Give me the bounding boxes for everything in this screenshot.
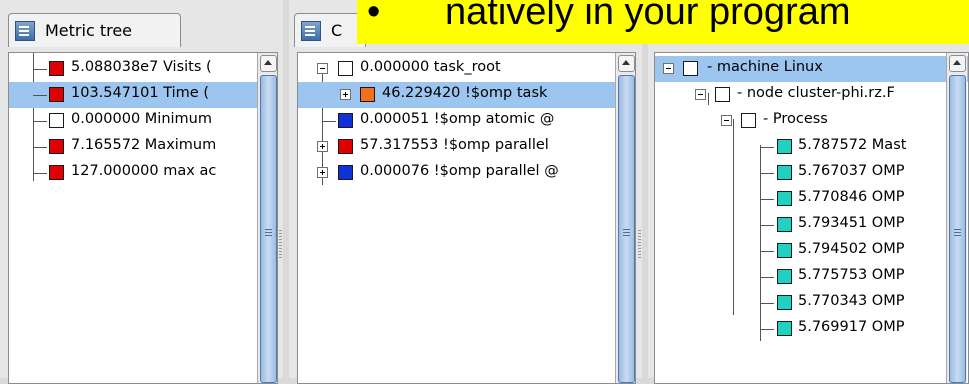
system-row-thread[interactable]: 5.769917 OMP [655,316,968,342]
color-swatch-icon [683,61,698,76]
metric-row-time[interactable]: 103.547101 Time ( [9,82,277,108]
color-swatch-icon [777,165,792,180]
collapse-icon[interactable] [663,63,674,74]
scroll-thumb[interactable] [618,75,635,383]
color-swatch-icon [49,61,64,76]
call-row-label: 57.317553 !$omp parallel [360,137,549,153]
color-swatch-icon [777,295,792,310]
tab-call-tree-label: C [331,21,343,40]
color-swatch-icon [715,87,730,102]
system-row-label: 5.793451 OMP [798,215,905,231]
collapse-icon[interactable] [317,63,328,74]
slide-banner: • natively in your program [357,0,969,44]
system-scrollbar[interactable] [946,53,967,383]
metric-tree[interactable]: 5.088038e7 Visits ( 103.547101 Time ( 0.… [8,52,278,384]
banner-text: natively in your program [445,0,851,33]
color-swatch-icon [777,139,792,154]
tab-metric-tree-label: Metric tree [45,21,133,40]
metric-row-label: 0.000000 Minimum [71,111,212,127]
collapse-icon[interactable] [721,115,732,126]
metric-row-minimum[interactable]: 0.000000 Minimum [9,108,277,134]
color-swatch-icon [777,217,792,232]
metric-row-label: 5.088038e7 Visits ( [71,59,212,75]
metric-row-maximum[interactable]: 7.165572 Maximum [9,134,277,160]
system-row-thread[interactable]: 5.775753 OMP [655,264,968,290]
tree-icon [301,20,321,41]
color-swatch-icon [777,321,792,336]
metric-row-visits[interactable]: 5.088038e7 Visits ( [9,56,277,82]
system-row-label: - machine Linux [707,59,823,75]
system-row-process[interactable]: - Process [655,108,968,134]
metric-row-label: 127.000000 max ac [71,163,217,179]
system-row-label: 5.794502 OMP [798,241,905,257]
system-row-machine[interactable]: - machine Linux [655,56,968,82]
system-row-thread[interactable]: 5.770846 OMP [655,186,968,212]
system-row-thread[interactable]: 5.787572 Mast [655,134,968,160]
expand-icon[interactable] [317,141,328,152]
scroll-thumb[interactable] [260,75,277,383]
call-row-label: 0.000051 !$omp atomic @ [360,111,555,127]
tree-icon [15,20,35,41]
color-swatch-icon [49,113,64,128]
system-row-label: 5.770343 OMP [798,293,905,309]
color-swatch-icon [338,61,353,76]
call-row-omp-atomic[interactable]: 0.000051 !$omp atomic @ [298,108,635,134]
metric-row-label: 103.547101 Time ( [71,85,209,101]
call-row-label: 0.000076 !$omp parallel @ [360,163,559,179]
color-swatch-icon [49,139,64,154]
call-row-label: 46.229420 !$omp task [382,85,548,101]
scroll-up-icon[interactable] [260,55,277,72]
call-row-omp-task[interactable]: 46.229420 !$omp task [298,82,635,108]
system-row-label: 5.775753 OMP [798,267,905,283]
metric-row-max[interactable]: 127.000000 max ac [9,160,277,186]
system-row-label: 5.787572 Mast [798,137,907,153]
color-swatch-icon [777,191,792,206]
system-row-label: 5.769917 OMP [798,319,905,335]
color-swatch-icon [49,87,64,102]
expand-icon[interactable] [317,167,328,178]
system-row-thread[interactable]: 5.793451 OMP [655,212,968,238]
call-row-omp-parallel[interactable]: 57.317553 !$omp parallel [298,134,635,160]
system-row-label: 5.770846 OMP [798,189,905,205]
scroll-up-icon[interactable] [618,55,635,72]
color-swatch-icon [338,139,353,154]
color-swatch-icon [360,87,375,102]
scroll-up-icon[interactable] [949,55,966,72]
metric-pane: Metric tree 5.088038e7 Visits ( 103.5471… [0,0,283,384]
splitter-grip[interactable] [638,230,641,260]
system-row-node[interactable]: - node cluster-phi.rz.F [655,82,968,108]
call-row-label: 0.000000 task_root [360,59,501,75]
color-swatch-icon [741,113,756,128]
expand-icon[interactable] [340,89,351,100]
call-tree[interactable]: 0.000000 task_root 46.229420 !$omp task … [297,52,636,384]
system-tree[interactable]: - machine Linux - node cluster-phi.rz.F … [654,52,969,384]
call-row-task-root[interactable]: 0.000000 task_root [298,56,635,82]
collapse-icon[interactable] [695,89,706,100]
tab-call-tree[interactable]: C [294,13,366,47]
color-swatch-icon [338,165,353,180]
call-pane: C 0.000000 task_root 46.229420 !$omp tas… [289,0,642,384]
call-row-omp-parallel-2[interactable]: 0.000076 !$omp parallel @ [298,160,635,186]
system-row-label: 5.767037 OMP [798,163,905,179]
call-scrollbar[interactable] [615,53,635,383]
system-row-thread[interactable]: 5.770343 OMP [655,290,968,316]
color-swatch-icon [49,165,64,180]
system-row-label: - Process [763,111,828,127]
splitter-grip[interactable] [279,230,282,260]
system-row-thread[interactable]: 5.767037 OMP [655,160,968,186]
metric-scrollbar[interactable] [257,53,277,383]
color-swatch-icon [777,269,792,284]
color-swatch-icon [777,243,792,258]
system-row-label: - node cluster-phi.rz.F [737,85,895,101]
metric-row-label: 7.165572 Maximum [71,137,217,153]
system-pane: - machine Linux - node cluster-phi.rz.F … [648,0,969,384]
tab-metric-tree[interactable]: Metric tree [8,13,181,47]
color-swatch-icon [338,113,353,128]
scroll-thumb[interactable] [949,75,966,383]
system-row-thread[interactable]: 5.794502 OMP [655,238,968,264]
banner-bullet: • [367,0,381,33]
